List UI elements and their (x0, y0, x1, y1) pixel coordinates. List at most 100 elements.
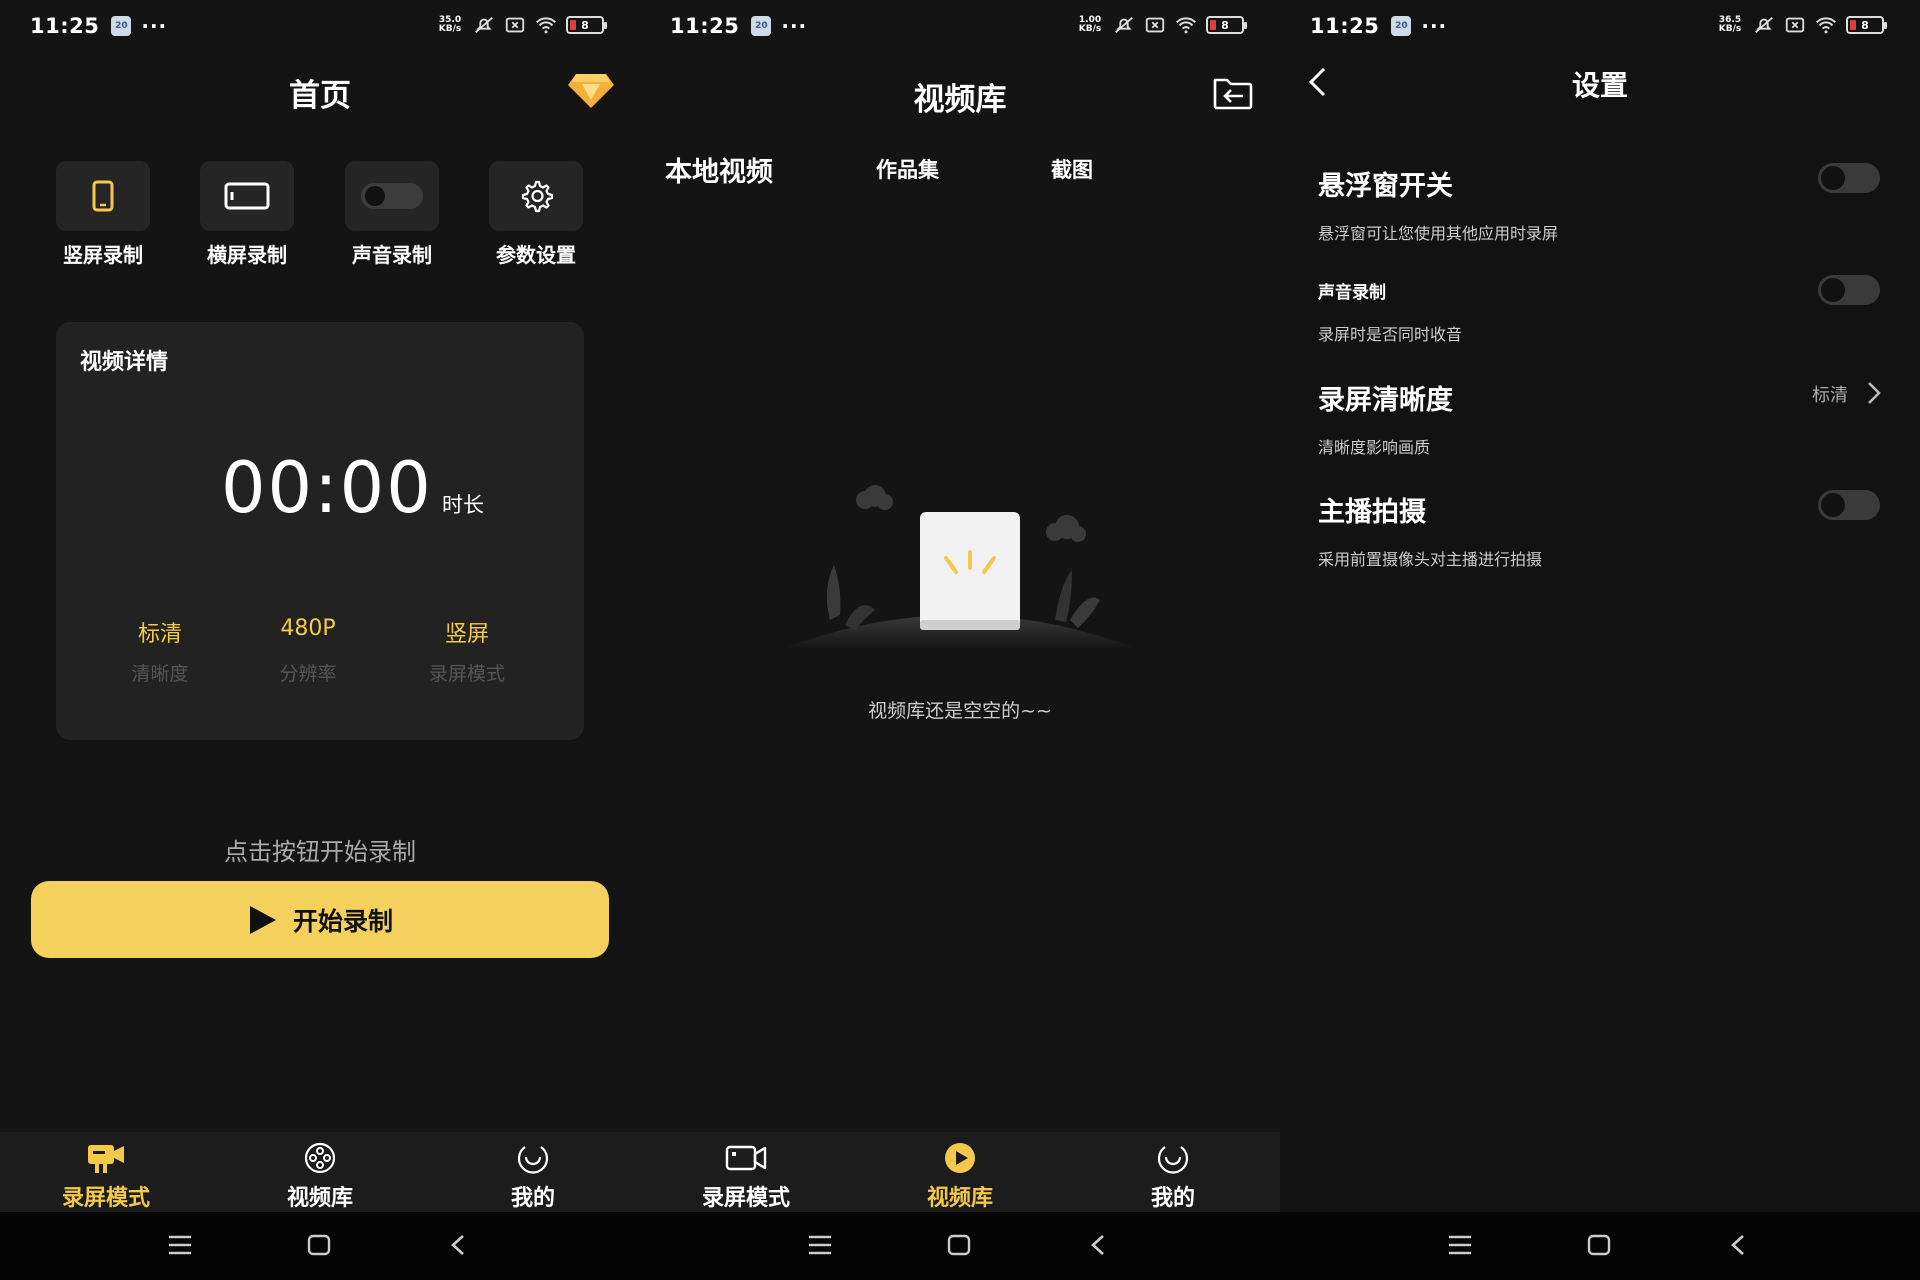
floating-window-toggle[interactable] (1818, 163, 1880, 193)
record-quality-desc: 清晰度影响画质 (1318, 438, 1431, 457)
network-speed: 35.0 KB/s (436, 16, 464, 34)
wifi-icon (1176, 17, 1196, 34)
screenshot-stage: 11:25 20 ··· 35.0 KB/s 8 首页 竖屏录制 横屏录制 声音… (0, 0, 1920, 1280)
speed-unit: KB/s (438, 24, 462, 34)
nav-mine[interactable]: 我的 (463, 1140, 603, 1212)
back-chevron-icon[interactable] (1083, 1230, 1113, 1260)
portrait-record-button[interactable] (56, 161, 150, 231)
nav-mine-label: 我的 (510, 1186, 555, 1211)
portrait-record-label: 竖屏录制 (63, 243, 143, 267)
battery-icon: 8 (566, 16, 607, 34)
streamer-camera-desc: 采用前置摄像头对主播进行拍摄 (1318, 550, 1543, 569)
smile-face-icon (517, 1146, 549, 1174)
status-bar: 11:25 20 ··· 1.00 KB/s 8 (640, 0, 1280, 52)
nav-mine-label: 我的 (1150, 1186, 1195, 1211)
record-quality-title: 录屏清晰度 (1318, 385, 1453, 416)
battery-icon: 8 (1206, 16, 1247, 34)
nav-record-mode-label: 录屏模式 (701, 1186, 790, 1211)
tab-portfolio[interactable]: 作品集 (876, 154, 939, 184)
quality-value: 标清 (137, 622, 182, 647)
parameter-settings-label: 参数设置 (496, 243, 576, 267)
mute-icon (1115, 16, 1133, 34)
menu-icon[interactable] (1445, 1230, 1475, 1260)
start-hint: 点击按钮开始录制 (224, 838, 416, 866)
network-speed: 1.00 KB/s (1076, 16, 1104, 34)
status-icons: 35.0 KB/s 8 (436, 14, 607, 36)
import-folder-icon[interactable] (1211, 72, 1255, 112)
portrait-phone-icon (92, 180, 114, 212)
menu-icon[interactable] (805, 1230, 835, 1260)
audio-record-label: 声音录制 (352, 243, 432, 267)
audio-record-button[interactable] (345, 161, 439, 231)
speed-unit: KB/s (1718, 24, 1742, 34)
record-mode-value: 竖屏 (444, 622, 489, 647)
status-time: 11:25 (670, 14, 740, 38)
empty-state-text: 视频库还是空空的~~ (868, 700, 1052, 722)
page-title: 设置 (1571, 69, 1628, 102)
audio-record-toggle[interactable] (1818, 275, 1880, 305)
resolution-value: 480P (280, 616, 336, 641)
play-icon (249, 905, 276, 934)
audio-record-desc: 录屏时是否同时收音 (1318, 325, 1463, 344)
system-nav-bar (1280, 1212, 1920, 1280)
status-time: 11:25 (1310, 14, 1380, 38)
smile-face-icon (1157, 1146, 1189, 1174)
record-quality-value[interactable]: 标清 (1812, 381, 1848, 407)
battery-level: 8 (1861, 18, 1869, 32)
tab-screenshots[interactable]: 截图 (1051, 154, 1093, 184)
streamer-camera-toggle[interactable] (1818, 490, 1880, 520)
mute-icon (475, 16, 493, 34)
play-circle-icon (945, 1143, 975, 1173)
start-record-label: 开始录制 (292, 906, 393, 936)
menu-icon[interactable] (165, 1230, 195, 1260)
home-square-icon[interactable] (944, 1230, 974, 1260)
sim-disabled-icon (1785, 17, 1805, 33)
status-icons: 1.00 KB/s 8 (1076, 14, 1247, 36)
streamer-camera-title: 主播拍摄 (1318, 497, 1426, 528)
back-chevron-icon[interactable] (443, 1230, 473, 1260)
mute-icon (1755, 16, 1773, 34)
battery-icon: 8 (1846, 16, 1887, 34)
more-notifications-icon: ··· (1421, 14, 1448, 38)
audio-record-title: 声音录制 (1318, 283, 1386, 303)
page-title: 视频库 (913, 82, 1007, 118)
floating-window-title: 悬浮窗开关 (1318, 171, 1453, 202)
home-square-icon[interactable] (1584, 1230, 1614, 1260)
landscape-phone-icon (224, 182, 270, 210)
nav-record-mode[interactable]: 录屏模式 (676, 1140, 816, 1212)
speed-unit: KB/s (1078, 24, 1102, 34)
notification-badge: 20 (111, 16, 132, 36)
nav-record-mode[interactable]: 录屏模式 (36, 1140, 176, 1212)
back-chevron-icon[interactable] (1723, 1230, 1753, 1260)
nav-video-library[interactable]: 视频库 (250, 1140, 390, 1212)
battery-level: 8 (581, 18, 589, 32)
start-record-button[interactable]: 开始录制 (31, 881, 609, 958)
home-square-icon[interactable] (304, 1230, 334, 1260)
bottom-nav: 录屏模式 视频库 我的 (0, 1132, 640, 1212)
tab-local-videos[interactable]: 本地视频 (665, 150, 773, 189)
bottom-nav: 录屏模式 视频库 我的 (640, 1132, 1280, 1212)
camera-record-icon (88, 1145, 124, 1173)
landscape-record-label: 横屏录制 (207, 243, 287, 267)
settings-screen: 11:25 20 ··· 36.5 KB/s 8 设置 悬浮窗开关 悬浮窗可让您使… (1280, 0, 1920, 1280)
gear-icon (521, 180, 553, 213)
chevron-right-icon[interactable] (1866, 380, 1882, 406)
sim-disabled-icon (1145, 17, 1165, 33)
toggle-off-icon (361, 183, 423, 209)
video-camera-icon (725, 1145, 767, 1171)
notification-badge: 20 (1391, 16, 1412, 36)
empty-box-illustration (780, 485, 1140, 650)
nav-record-mode-label: 录屏模式 (61, 1186, 150, 1211)
vip-diamond-icon[interactable] (566, 70, 616, 110)
landscape-record-button[interactable] (200, 161, 294, 231)
system-nav-bar (640, 1212, 1280, 1280)
nav-video-library[interactable]: 视频库 (890, 1140, 1030, 1212)
nav-video-library-label: 视频库 (926, 1186, 993, 1211)
nav-mine[interactable]: 我的 (1103, 1140, 1243, 1212)
parameter-settings-button[interactable] (489, 161, 583, 231)
status-time: 11:25 (30, 14, 100, 38)
quality-label: 清晰度 (131, 663, 189, 685)
record-mode-label: 录屏模式 (428, 663, 505, 685)
floating-window-desc: 悬浮窗可让您使用其他应用时录屏 (1318, 224, 1559, 243)
more-notifications-icon: ··· (141, 14, 168, 38)
